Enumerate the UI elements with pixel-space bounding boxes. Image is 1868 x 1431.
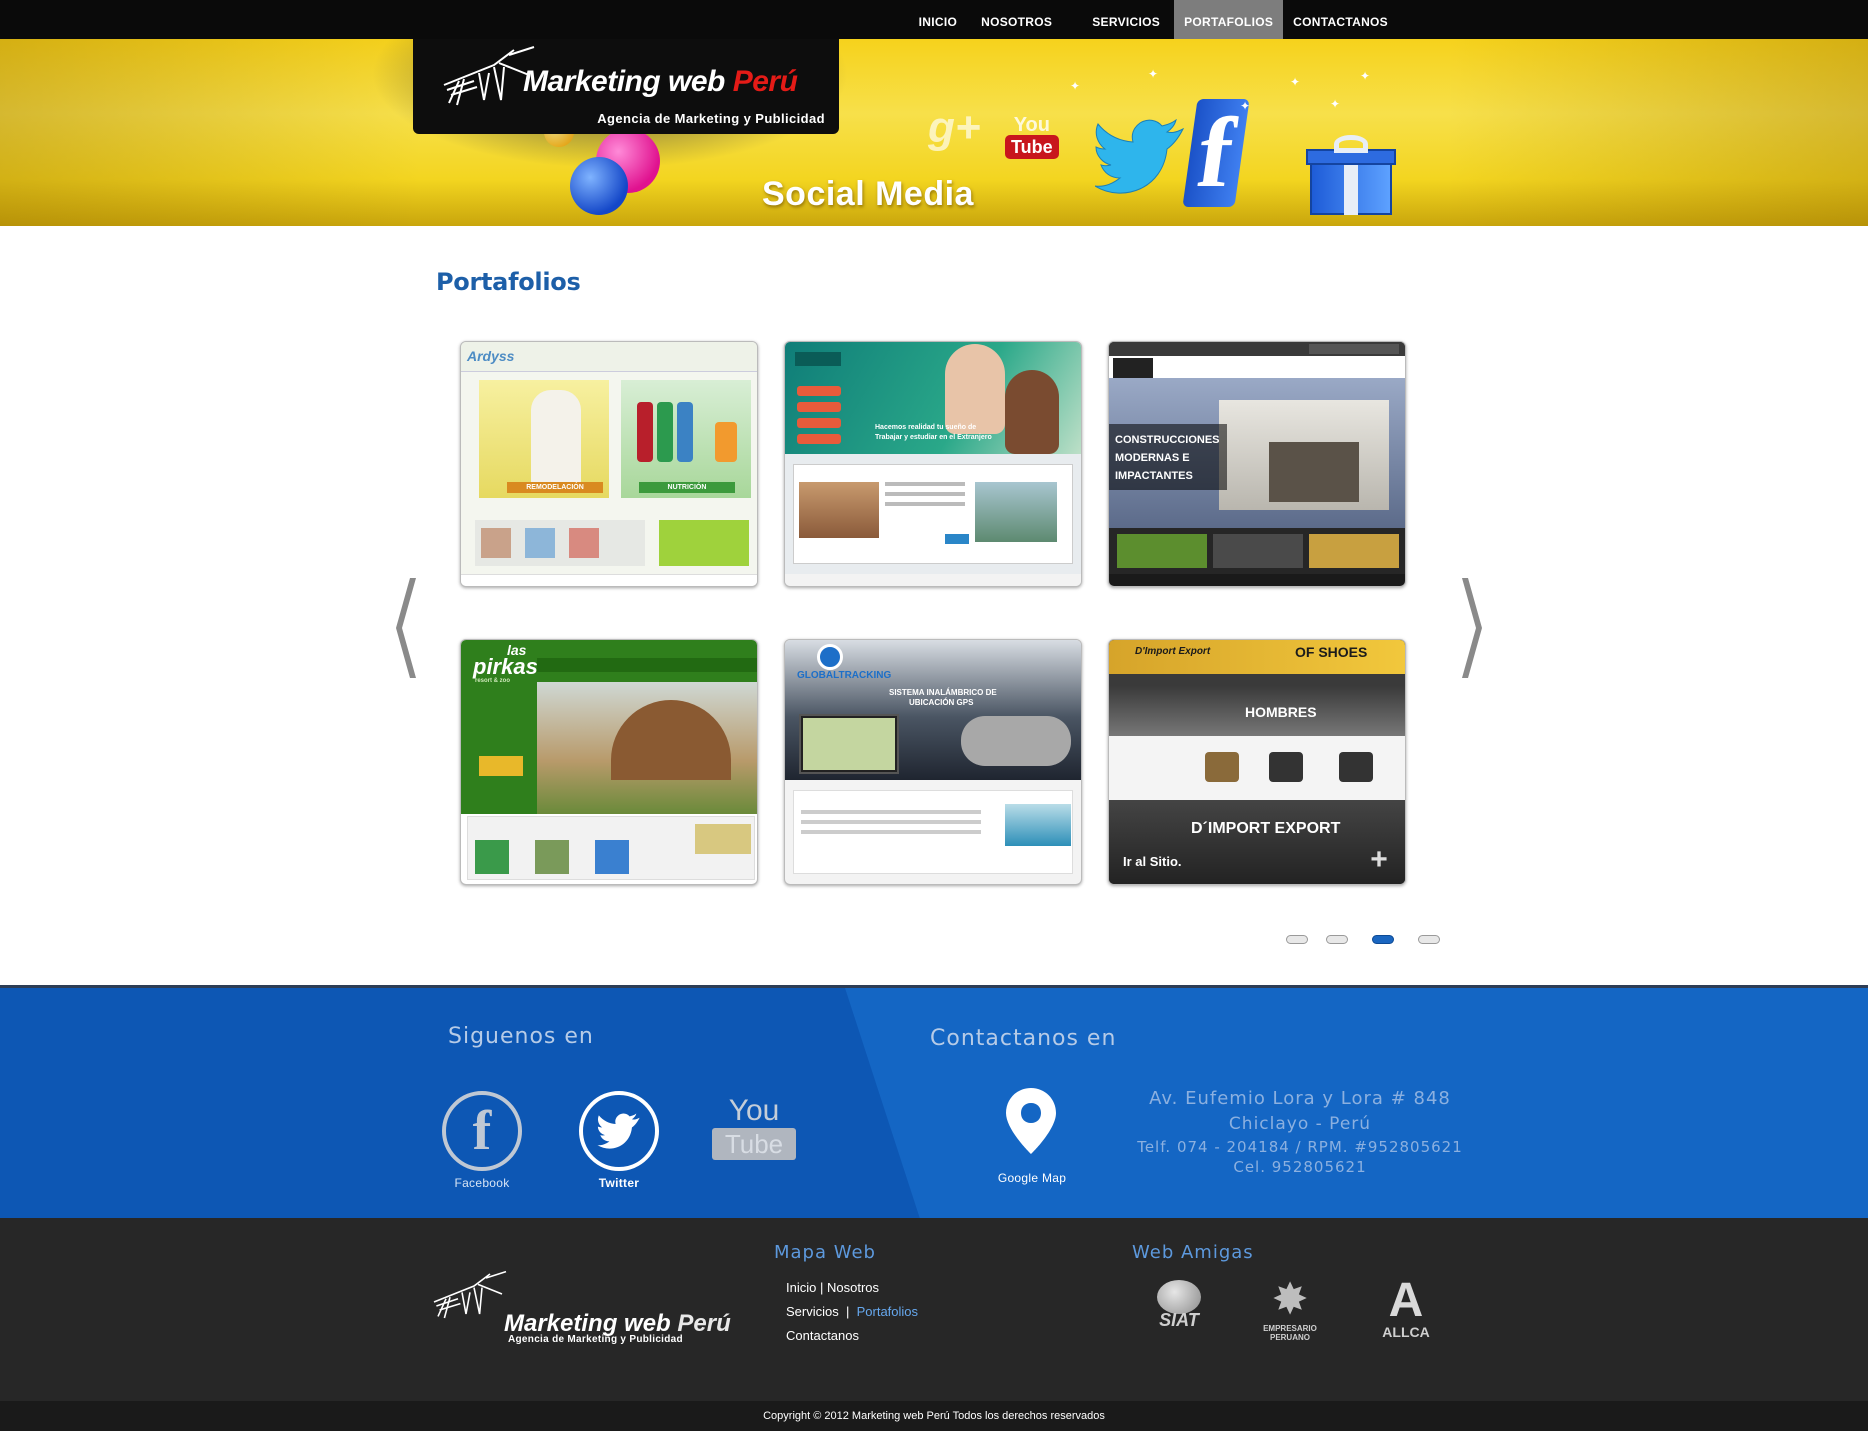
- nav-servicios[interactable]: SERVICIOS: [1074, 0, 1174, 39]
- footer-logo-tagline: Agencia de Marketing y Publicidad: [508, 1334, 683, 1345]
- plus-icon: +: [1370, 843, 1388, 876]
- sparkle-icon: ✦: [1070, 79, 1081, 93]
- page-dot-1[interactable]: [1286, 935, 1308, 944]
- copyright-bar: Copyright © 2012 Marketing web Perú Todo…: [0, 1401, 1868, 1431]
- google-plus-icon: g+: [928, 103, 981, 152]
- youtube-icon[interactable]: You Tube: [712, 1096, 796, 1160]
- footer-link-portafolios[interactable]: Portafolios: [857, 1304, 918, 1319]
- main-nav: INICIO NOSOTROS SERVICIOS PORTAFOLIOS CO…: [907, 0, 1398, 39]
- hero-banner: Marketing web Perú Agencia de Marketing …: [0, 39, 1868, 226]
- sitemap-title: Mapa Web: [774, 1242, 876, 1263]
- page-dot-4[interactable]: [1418, 935, 1440, 944]
- page-dot-3[interactable]: [1372, 935, 1394, 944]
- gift-box-icon: [1306, 135, 1396, 215]
- twitter-icon[interactable]: [579, 1091, 659, 1171]
- site-footer: Mapa Web Web Amigas Inicio | Nosotros Se…: [0, 1218, 1868, 1401]
- portfolio-item-construcciones[interactable]: CONSTRUCCIONES MODERNAS E IMPACTANTES: [1108, 341, 1406, 587]
- portfolio-item-las-pirkas[interactable]: las pirkas resort & zoo: [460, 639, 758, 885]
- partner-empresario-peruano-logo[interactable]: ✸ EMPRESARIO PERUANO: [1250, 1275, 1330, 1343]
- next-arrow-icon[interactable]: [1452, 578, 1482, 678]
- twitter-bird-icon: [597, 1113, 640, 1149]
- sparkle-icon: ✦: [1360, 69, 1371, 83]
- sparkle-icon: ✦: [1290, 75, 1301, 89]
- star-emblem-icon: ✸: [1271, 1275, 1309, 1324]
- facebook-icon[interactable]: f: [442, 1091, 522, 1171]
- address-line-2: Chiclayo - Perú: [1228, 1114, 1372, 1134]
- logo-tagline: Agencia de Marketing y Publicidad: [597, 111, 825, 126]
- cel-line: Cel. 952805621: [1233, 1158, 1367, 1176]
- follow-title: Siguenos en: [448, 1024, 594, 1049]
- twitter-label[interactable]: Twitter: [579, 1176, 659, 1190]
- friends-title: Web Amigas: [1132, 1242, 1254, 1263]
- carousel-pagination: [1286, 935, 1440, 944]
- banner-title: Social Media: [762, 175, 974, 213]
- portfolio-item-global-tracking[interactable]: GLOBALTRACKING SISTEMA INALÁMBRICO DE UB…: [784, 639, 1082, 885]
- address-line-1: Av. Eufemio Lora y Lora # 848: [1149, 1088, 1451, 1109]
- sparkle-icon: ✦: [1148, 67, 1159, 81]
- sitemap-links: Inicio | Nosotros Servicios | Portafolio…: [786, 1280, 919, 1343]
- nav-portafolios[interactable]: PORTAFOLIOS: [1174, 0, 1284, 39]
- globe-icon: [1157, 1280, 1201, 1314]
- contact-title: Contactanos en: [930, 1026, 1117, 1051]
- nav-inicio[interactable]: INICIO: [907, 0, 969, 39]
- footer-link-inicio[interactable]: Inicio: [786, 1280, 816, 1295]
- phone-line: Telf. 074 - 204184 / RPM. #952805621: [1137, 1138, 1463, 1156]
- nav-contactanos[interactable]: CONTACTANOS: [1283, 0, 1398, 39]
- footer-hummingbird-logo-icon: [433, 1270, 507, 1319]
- logo-text: Marketing web Perú: [523, 65, 798, 98]
- footer-link-servicios[interactable]: Servicios: [786, 1304, 839, 1319]
- partner-allca-logo[interactable]: A ALLCA: [1370, 1274, 1442, 1341]
- allca-a-icon: A: [1388, 1274, 1424, 1327]
- map-pin-icon[interactable]: [1006, 1088, 1056, 1154]
- youtube-icon: You Tube: [1005, 115, 1059, 159]
- footer-link-contactanos[interactable]: Contactanos: [786, 1328, 859, 1343]
- top-bar: INICIO NOSOTROS SERVICIOS PORTAFOLIOS CO…: [0, 0, 1868, 39]
- social-contact-section: Siguenos en Contactanos en f Facebook Tw…: [0, 985, 1868, 1218]
- partner-siat-logo[interactable]: SIAT: [1142, 1280, 1216, 1331]
- prev-arrow-icon[interactable]: [396, 578, 426, 678]
- portfolio-item-ardyss[interactable]: Ardyss REMODELACIÓN NUTRICIÓN: [460, 341, 758, 587]
- facebook-label[interactable]: Facebook: [442, 1176, 522, 1190]
- blue-bubble: [570, 157, 628, 215]
- portfolio-item-dimport-export[interactable]: D'Import Export OF SHOES HOMBRES D´IMPOR…: [1108, 639, 1406, 885]
- nav-nosotros[interactable]: NOSOTROS: [969, 0, 1074, 39]
- sparkle-icon: ✦: [1330, 97, 1341, 111]
- page-title: Portafolios: [436, 268, 581, 296]
- footer-link-nosotros[interactable]: Nosotros: [827, 1280, 879, 1295]
- site-logo[interactable]: Marketing web Perú Agencia de Marketing …: [413, 39, 839, 134]
- google-map-label[interactable]: Google Map: [982, 1171, 1082, 1185]
- twitter-bird-icon: [1095, 119, 1185, 194]
- portfolio-item-sp-work[interactable]: Hacemos realidad tu sueño de Trabajar y …: [784, 341, 1082, 587]
- facebook-f-icon: f: [1182, 97, 1250, 208]
- sparkle-icon: ✦: [1240, 99, 1251, 113]
- page-dot-2[interactable]: [1326, 935, 1348, 944]
